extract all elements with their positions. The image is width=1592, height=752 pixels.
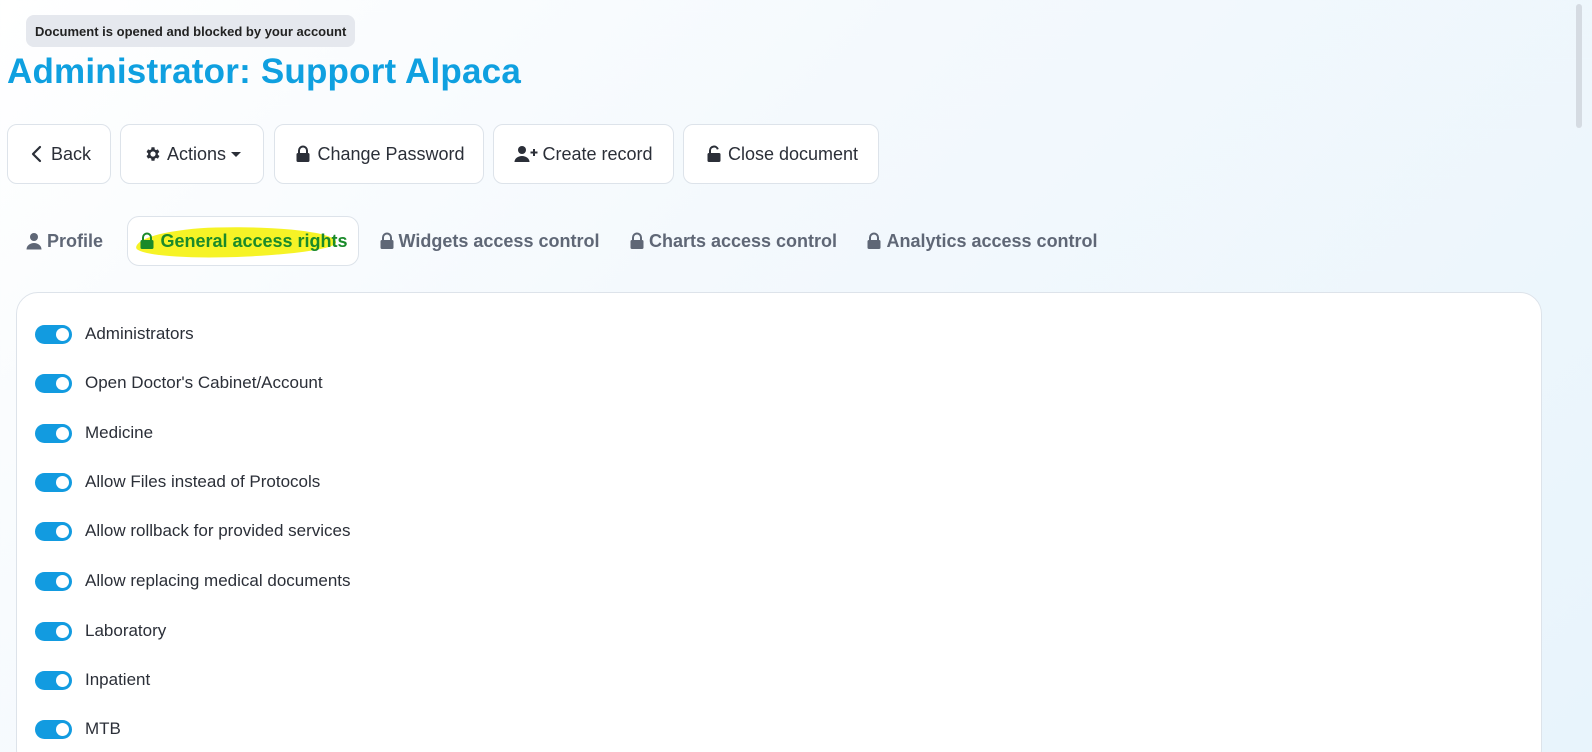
- permission-label: Allow Files instead of Protocols: [85, 472, 321, 491]
- page-scrollbar[interactable]: [1568, 0, 1592, 752]
- list-item: Administrators: [35, 320, 194, 348]
- permission-toggle[interactable]: [35, 521, 72, 541]
- change-password-button[interactable]: Change Password: [274, 124, 484, 184]
- permission-toggle[interactable]: [35, 423, 72, 443]
- tab-general-access-rights-label: General access rights: [160, 230, 348, 251]
- scrollbar-thumb[interactable]: [1576, 4, 1582, 128]
- back-button-label: Back: [50, 143, 92, 164]
- tab-bar: Profile General access rights Widgets ac…: [0, 216, 1200, 266]
- create-record-label: Create record: [542, 143, 653, 164]
- permission-toggle[interactable]: [35, 472, 72, 492]
- lock-icon: [629, 232, 645, 250]
- list-item: Open Doctor's Cabinet/Account: [35, 369, 323, 397]
- list-item: MTB: [35, 715, 121, 743]
- permissions-panel: Administrators Open Doctor's Cabinet/Acc…: [16, 292, 1542, 752]
- tab-profile[interactable]: Profile: [22, 216, 106, 266]
- tab-charts-access-control-label: Charts access control: [648, 230, 838, 251]
- user-plus-icon: [514, 144, 538, 164]
- tab-analytics-access-control-label: Analytics access control: [886, 230, 1098, 251]
- permission-label: Allow replacing medical documents: [85, 571, 351, 590]
- permission-label: Allow rollback for provided services: [85, 521, 351, 540]
- permission-label: Administrators: [85, 324, 194, 343]
- list-item: Allow rollback for provided services: [35, 517, 351, 545]
- document-status-text: Document is opened and blocked by your a…: [35, 23, 347, 39]
- tab-widgets-access-control-label: Widgets access control: [398, 230, 600, 251]
- list-item: Medicine: [35, 419, 153, 447]
- list-item: Inpatient: [35, 666, 150, 694]
- lock-icon: [138, 232, 156, 250]
- user-icon: [25, 232, 43, 250]
- permission-label: Open Doctor's Cabinet/Account: [85, 373, 323, 392]
- document-status-badge: Document is opened and blocked by your a…: [26, 15, 356, 47]
- change-password-label: Change Password: [317, 143, 465, 164]
- back-button[interactable]: Back: [7, 124, 111, 184]
- permission-toggle[interactable]: [35, 621, 72, 641]
- tab-charts-access-control[interactable]: Charts access control: [629, 216, 838, 266]
- permission-label: Medicine: [85, 423, 154, 442]
- permission-toggle[interactable]: [35, 373, 72, 393]
- permission-toggle[interactable]: [35, 571, 72, 591]
- list-item: Laboratory: [35, 617, 166, 645]
- tab-general-access-rights[interactable]: General access rights: [127, 216, 359, 266]
- tab-widgets-access-control[interactable]: Widgets access control: [379, 216, 600, 266]
- permission-toggle[interactable]: [35, 719, 72, 739]
- lock-icon: [866, 232, 882, 250]
- close-document-button[interactable]: Close document: [683, 124, 879, 184]
- list-item: Allow replacing medical documents: [35, 567, 351, 595]
- lock-icon: [379, 232, 395, 250]
- tab-analytics-access-control[interactable]: Analytics access control: [866, 216, 1098, 266]
- permission-label: MTB: [85, 719, 121, 738]
- close-document-label: Close document: [727, 143, 859, 164]
- permission-toggle[interactable]: [35, 324, 72, 344]
- page-title: Administrator: Support Alpaca: [7, 52, 521, 91]
- list-item: Allow Files instead of Protocols: [35, 468, 320, 496]
- unlock-icon: [704, 144, 724, 164]
- lock-icon: [293, 144, 313, 164]
- chevron-left-icon: [27, 144, 47, 164]
- actions-dropdown-button[interactable]: Actions: [120, 124, 264, 184]
- gear-icon: [143, 144, 163, 164]
- permission-label: Laboratory: [85, 621, 167, 640]
- caret-down-icon: [231, 151, 242, 157]
- tab-profile-label: Profile: [46, 230, 103, 251]
- permission-toggle[interactable]: [35, 670, 72, 690]
- actions-button-label: Actions: [166, 143, 227, 164]
- create-record-button[interactable]: Create record: [493, 124, 674, 184]
- permission-label: Inpatient: [85, 670, 151, 689]
